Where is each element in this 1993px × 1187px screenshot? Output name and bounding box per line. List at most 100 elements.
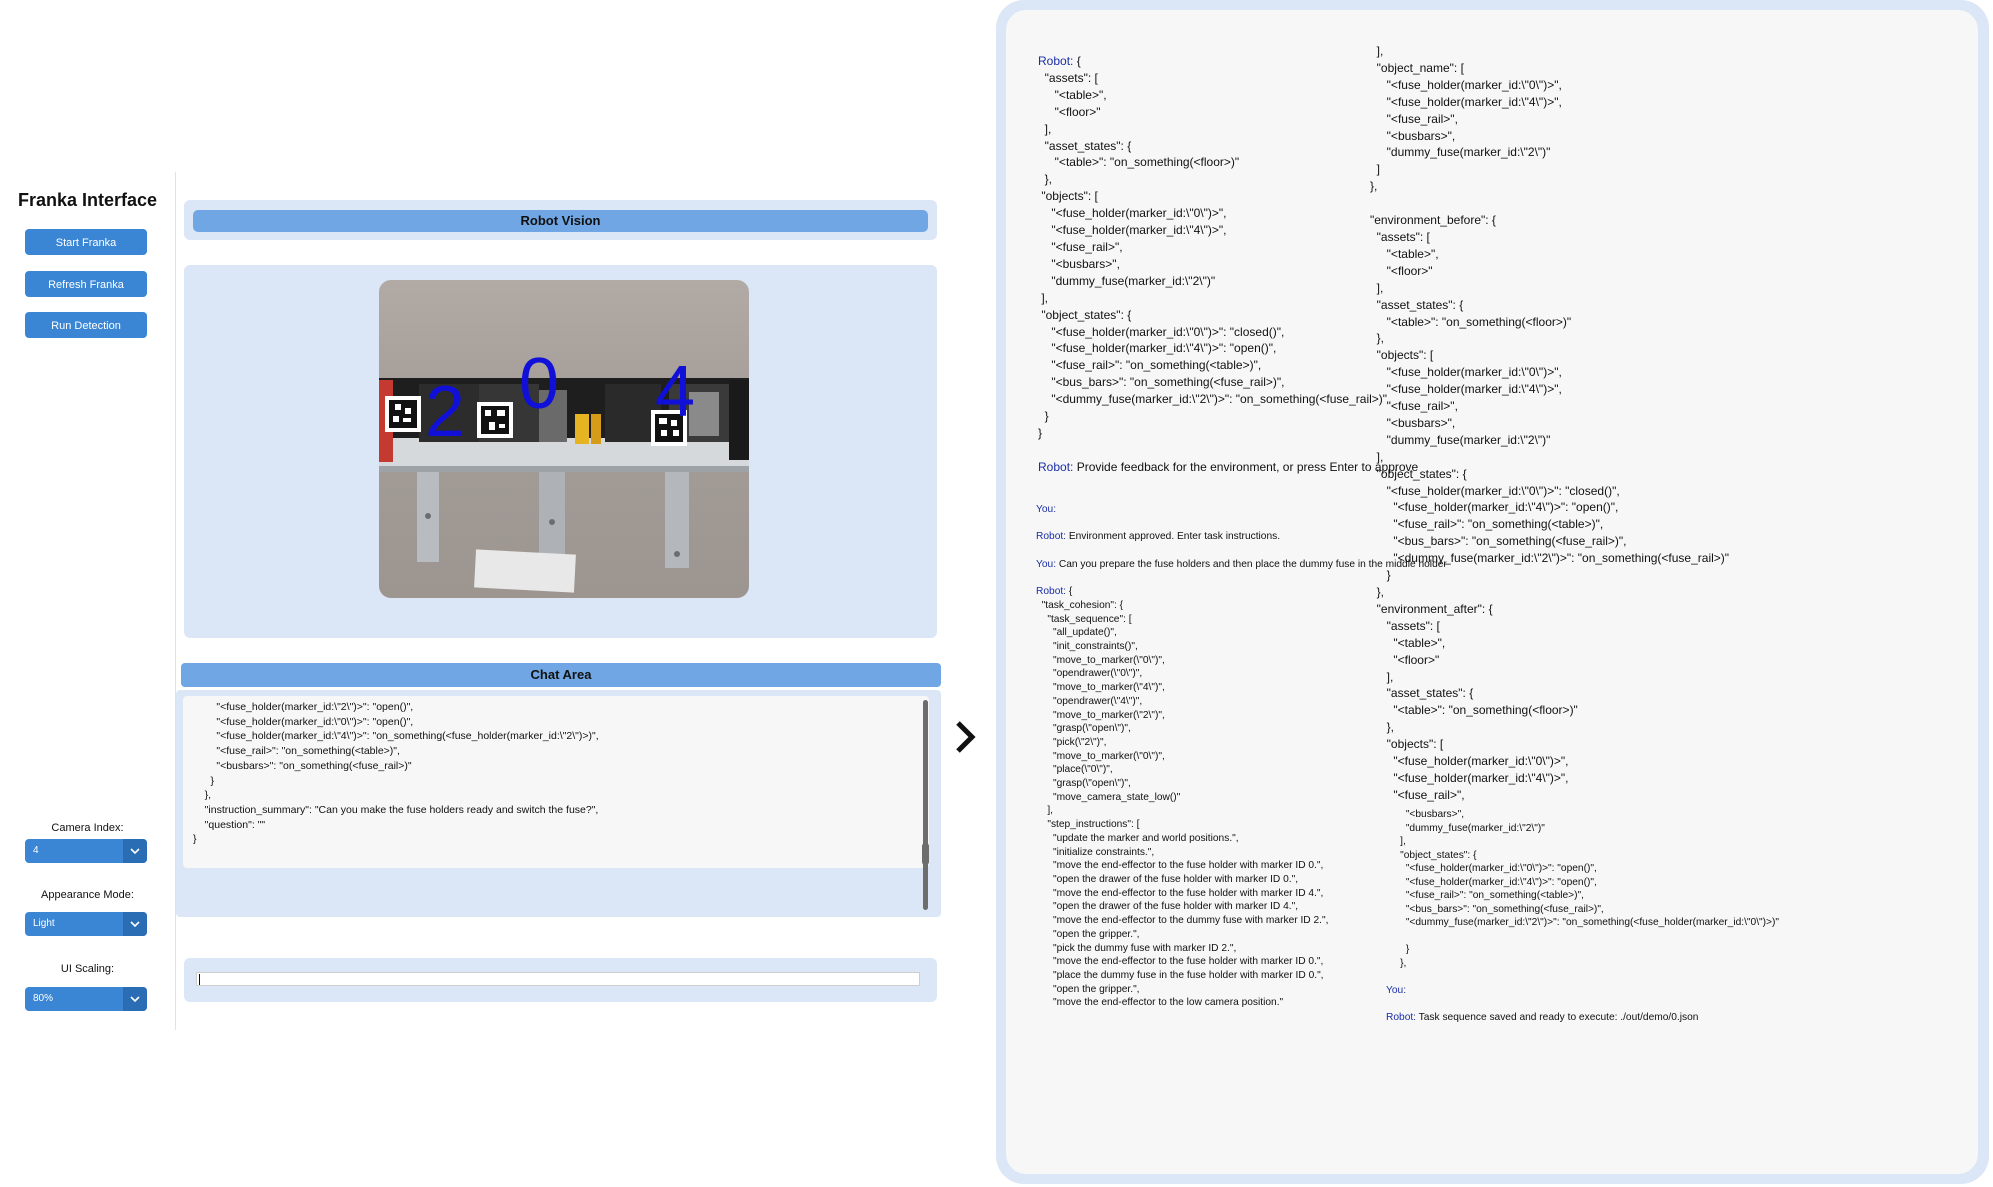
- log-text: "move the end-effector to the fuse holde…: [1036, 887, 1324, 899]
- log-line: "objects": [: [1038, 188, 1418, 205]
- log-text: "<fuse_rail>": "on_something(<table>)",: [1370, 517, 1604, 532]
- ui-scaling-select[interactable]: 80%: [25, 987, 147, 1011]
- log-line: "objects": [: [1370, 347, 1729, 364]
- log-text: "object_name": [: [1370, 60, 1464, 75]
- log-text: "open the gripper.",: [1036, 983, 1140, 995]
- log-text: "<dummy_fuse(marker_id:\"2\")>": "on_som…: [1386, 917, 1780, 928]
- chevron-down-icon[interactable]: [123, 839, 147, 863]
- log-text: Provide feedback for the environment, or…: [1073, 459, 1419, 474]
- log-line: "objects": [: [1370, 736, 1729, 753]
- log-text: Task sequence saved and ready to execute…: [1416, 1011, 1699, 1023]
- log-line: "<table>": "on_something(<floor>)": [1370, 702, 1729, 719]
- log-text: "initialize constraints.",: [1036, 846, 1155, 858]
- log-text: "move the end-effector to the fuse holde…: [1036, 956, 1324, 968]
- log-text: "<dummy_fuse(marker_id:\"2\")>": "on_som…: [1038, 392, 1388, 407]
- log-line: "<fuse_rail>",: [1370, 398, 1729, 415]
- log-text: ],: [1386, 836, 1406, 847]
- log-line: "<busbars>",: [1386, 808, 1779, 822]
- expanded-log-panel[interactable]: Robot: { "assets": [ "<table>", "<floor>…: [1006, 10, 1978, 1174]
- log-spacer: [1038, 442, 1418, 459]
- log-line: "<bus_bars>": "on_something(<fuse_rail>)…: [1386, 903, 1779, 917]
- log-line: "asset_states": {: [1038, 138, 1418, 155]
- log-line: "<fuse_holder(marker_id:\"4\")>": "open(…: [1386, 876, 1779, 890]
- text-cursor: [199, 974, 200, 985]
- chat-scrollbar-thumb[interactable]: [922, 843, 929, 865]
- log-text: },: [1370, 585, 1385, 599]
- log-text: ],: [1370, 280, 1384, 295]
- start-franka-button[interactable]: Start Franka: [25, 229, 147, 255]
- log-text: "opendrawer(\"0\")",: [1036, 668, 1143, 680]
- log-line: "<dummy_fuse(marker_id:\"2\")>": "on_som…: [1386, 916, 1779, 930]
- app-title: Franka Interface: [17, 190, 158, 210]
- log-text: }: [1038, 409, 1049, 424]
- log-text: "move_camera_state_low()": [1036, 791, 1181, 803]
- log-text: "assets": [: [1038, 70, 1098, 85]
- log-line: "<fuse_rail>": "on_something(<table>)",: [1370, 516, 1729, 533]
- run-detection-button[interactable]: Run Detection: [25, 312, 147, 338]
- log-line: "object_states": {: [1038, 307, 1418, 324]
- log-line: "<floor>": [1038, 104, 1418, 121]
- log-line: },: [1370, 719, 1729, 736]
- log-text: "<fuse_holder(marker_id:\"4\")>": "open(…: [1038, 341, 1277, 356]
- log-line: "<fuse_holder(marker_id:\"4\")>": "open(…: [1038, 340, 1418, 357]
- log-line: "<busbars>",: [1038, 256, 1418, 273]
- log-line: "<busbars>",: [1370, 415, 1729, 432]
- appearance-mode-label: Appearance Mode:: [41, 889, 134, 901]
- log-line: ]: [1370, 161, 1729, 178]
- marker-label-2: 2: [425, 372, 465, 452]
- log-text: "<busbars>",: [1038, 256, 1120, 271]
- log-text: "<busbars>",: [1370, 415, 1456, 430]
- log-text: "asset_states": {: [1370, 686, 1474, 701]
- log-line: "<fuse_holder(marker_id:\"0\")>",: [1038, 205, 1418, 222]
- log-text: "asset_states": {: [1370, 297, 1464, 312]
- log-text: "asset_states": {: [1038, 138, 1132, 153]
- camera-index-select[interactable]: 4: [25, 839, 147, 863]
- log-line: "environment_after": {: [1370, 601, 1729, 618]
- log-text: "<fuse_holder(marker_id:\"0\")>",: [1370, 365, 1562, 380]
- log-column-left-top: Robot: { "assets": [ "<table>", "<floor>…: [1038, 53, 1418, 476]
- appearance-mode-select[interactable]: Light: [25, 912, 147, 936]
- log-text: "<fuse_holder(marker_id:\"0\")>",: [1370, 754, 1569, 769]
- chevron-down-icon[interactable]: [123, 987, 147, 1011]
- log-line: "<table>": "on_something(<floor>)": [1370, 314, 1729, 331]
- log-line: "<dummy_fuse(marker_id:\"2\")>": "on_som…: [1370, 550, 1729, 567]
- camera-feed-image: 2 0 4: [379, 280, 749, 598]
- log-text: "<bus_bars>": "on_something(<fuse_rail>)…: [1370, 534, 1627, 549]
- refresh-franka-button[interactable]: Refresh Franka: [25, 271, 147, 297]
- log-speaker: Robot:: [1038, 459, 1074, 474]
- log-text: "open the drawer of the fuse holder with…: [1036, 873, 1299, 885]
- log-line: "<fuse_rail>",: [1370, 787, 1729, 804]
- log-text: "<bus_bars>": "on_something(<fuse_rail>)…: [1038, 375, 1285, 390]
- log-line: "asset_states": {: [1370, 685, 1729, 702]
- log-text: },: [1370, 720, 1395, 735]
- log-text: "object_states": {: [1386, 849, 1477, 861]
- log-line: "dummy_fuse(marker_id:\"2\")": [1386, 822, 1779, 836]
- log-text: "task_sequence": [: [1036, 613, 1132, 625]
- chat-input[interactable]: [196, 972, 920, 986]
- chat-log-textbox[interactable]: "<fuse_holder(marker_id:\"2\")>": "open(…: [183, 696, 929, 868]
- log-line: "<fuse_holder(marker_id:\"0\")>": "close…: [1370, 483, 1729, 500]
- sidebar: Franka Interface Start Franka Refresh Fr…: [0, 172, 176, 1030]
- log-text: }: [1370, 568, 1391, 583]
- chat-scrollbar[interactable]: [923, 700, 928, 910]
- log-text: "<fuse_holder(marker_id:\"4\")>",: [1038, 223, 1227, 238]
- log-text: "dummy_fuse(marker_id:\"2\")": [1370, 432, 1551, 447]
- log-line: ],: [1370, 43, 1729, 60]
- log-line: "<floor>": [1370, 652, 1729, 669]
- log-line: You:: [1386, 984, 1779, 998]
- chevron-down-icon[interactable]: [123, 912, 147, 936]
- log-line: "<table>",: [1038, 87, 1418, 104]
- log-line: "object_name": [: [1370, 60, 1729, 77]
- log-text: ]: [1370, 162, 1381, 177]
- log-text: "<bus_bars>": "on_something(<fuse_rail>)…: [1386, 903, 1604, 915]
- log-text: "pick the dummy fuse with marker ID 2.",: [1036, 942, 1237, 954]
- log-text: "<fuse_rail>": "on_something(<table>)",: [1038, 358, 1262, 373]
- log-line: "object_states": {: [1386, 849, 1779, 863]
- log-line: "<fuse_holder(marker_id:\"0\")>",: [1370, 77, 1729, 94]
- log-text: "<fuse_holder(marker_id:\"0\")>": "close…: [1038, 324, 1285, 339]
- log-line: "dummy_fuse(marker_id:\"2\")": [1038, 273, 1418, 290]
- log-spacer: [1370, 195, 1729, 212]
- log-line: "environment_before": {: [1370, 212, 1729, 229]
- log-line: "<table>",: [1370, 246, 1729, 263]
- log-line: "<fuse_holder(marker_id:\"0\")>": "close…: [1038, 324, 1418, 341]
